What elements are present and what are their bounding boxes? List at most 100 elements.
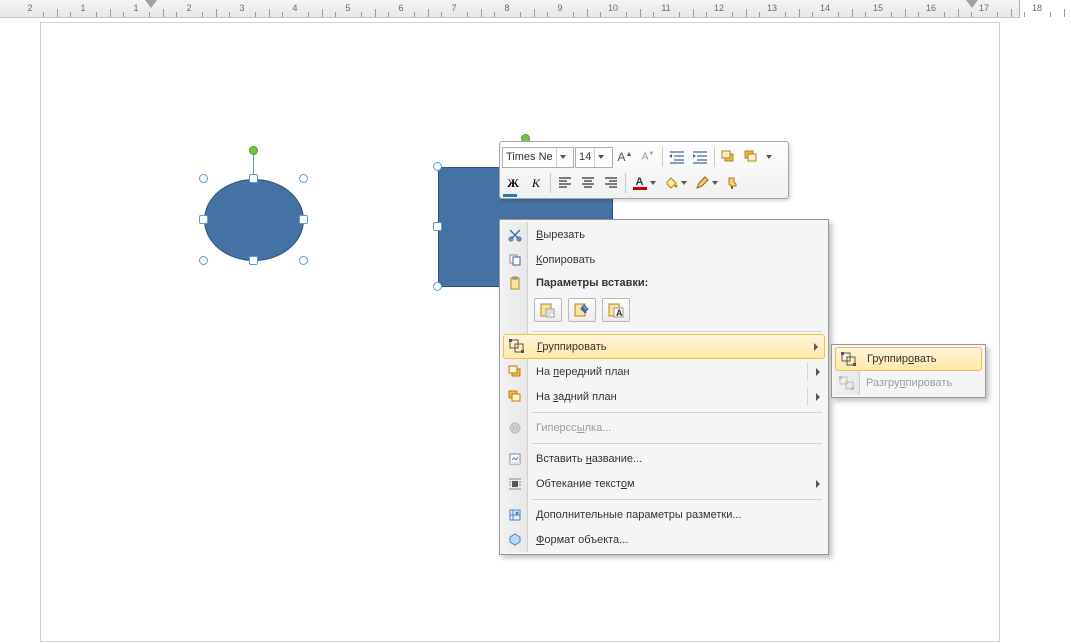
handle-s[interactable] xyxy=(249,256,258,265)
horizontal-ruler[interactable]: 21123456789101112131415161718 xyxy=(0,0,1020,18)
ruler-number: 16 xyxy=(926,3,936,13)
layout-icon xyxy=(507,507,523,523)
clipboard-source-icon xyxy=(539,302,557,318)
bring-forward-icon xyxy=(721,150,737,164)
ruler-number: 4 xyxy=(292,3,297,13)
submenu-item-ungroup: Разгруппировать xyxy=(834,371,983,395)
align-center-icon xyxy=(581,177,595,189)
ruler-number: 7 xyxy=(451,3,456,13)
right-indent-marker[interactable] xyxy=(966,0,978,8)
menu-item-label: Формат объекта... xyxy=(536,534,628,546)
handle-e[interactable] xyxy=(299,215,308,224)
ruler-number: 5 xyxy=(345,3,350,13)
font-name-value: Times Ne xyxy=(503,151,556,163)
shape-fill-button[interactable] xyxy=(660,172,690,194)
ruler-number: 13 xyxy=(767,3,777,13)
ruler-number: 18 xyxy=(1032,3,1042,13)
clipboard-icon xyxy=(507,275,523,291)
font-name-combo[interactable]: Times Ne xyxy=(502,147,574,168)
scissors-icon xyxy=(507,227,523,243)
chevron-down-icon[interactable] xyxy=(556,148,569,167)
menu-item-text-wrap[interactable]: Обтекание текстом xyxy=(502,471,826,496)
menu-item-hyperlink: Гиперссылка... xyxy=(502,415,826,440)
font-size-combo[interactable]: 14 xyxy=(575,147,613,168)
submenu-item-group[interactable]: Группировать xyxy=(835,347,982,371)
menu-item-label: Дополнительные параметры разметки... xyxy=(536,509,742,521)
paint-bucket-icon xyxy=(664,176,678,190)
ruler-number: 6 xyxy=(398,3,403,13)
increase-indent-button[interactable] xyxy=(689,146,711,168)
handle-sw[interactable] xyxy=(433,282,442,291)
bring-forward-button[interactable] xyxy=(718,146,740,168)
submenu-arrow-icon xyxy=(816,368,820,376)
ruler-number: 2 xyxy=(27,3,32,13)
left-indent-marker[interactable] xyxy=(145,0,157,8)
chevron-down-icon[interactable] xyxy=(594,148,607,167)
align-center-button[interactable] xyxy=(577,172,599,194)
shape-outline-button[interactable] xyxy=(691,172,721,194)
bring-front-icon xyxy=(507,364,523,380)
menu-item-label: Группировать xyxy=(867,353,937,365)
paste-option-picture[interactable] xyxy=(568,298,596,322)
send-backward-button[interactable] xyxy=(741,146,763,168)
font-color-button[interactable]: A xyxy=(629,172,659,194)
menu-paste-options-header: Параметры вставки: xyxy=(502,272,826,294)
align-right-icon xyxy=(604,177,618,189)
handle-ne[interactable] xyxy=(299,174,308,183)
menu-item-label: Гиперссылка... xyxy=(536,422,611,434)
menu-item-cut[interactable]: Вырезать xyxy=(502,222,826,247)
shape-oval-selected[interactable] xyxy=(204,179,304,261)
svg-text:A: A xyxy=(616,308,623,318)
italic-button[interactable]: К xyxy=(525,172,547,194)
ruler-number: 10 xyxy=(608,3,618,13)
handle-nw[interactable] xyxy=(433,162,442,171)
ruler-number: 1 xyxy=(133,3,138,13)
copy-icon xyxy=(507,252,523,268)
menu-item-label: Обтекание текстом xyxy=(536,478,635,490)
rotation-handle[interactable] xyxy=(249,146,258,155)
menu-item-copy[interactable]: Копировать xyxy=(502,247,826,272)
menu-item-label: Вырезать xyxy=(536,229,585,241)
text-wrap-icon xyxy=(507,476,523,492)
clipboard-text-icon: A xyxy=(607,302,625,318)
paste-option-text-only[interactable]: A xyxy=(602,298,630,322)
menu-item-send-back[interactable]: На задний план xyxy=(502,384,826,409)
align-right-button[interactable] xyxy=(600,172,622,194)
align-left-button[interactable] xyxy=(554,172,576,194)
bold-button[interactable]: Ж xyxy=(502,172,524,194)
decrease-indent-button[interactable] xyxy=(666,146,688,168)
handle-n[interactable] xyxy=(249,174,258,183)
format-object-icon xyxy=(507,532,523,548)
menu-item-bring-front[interactable]: На передний план xyxy=(502,359,826,384)
handle-nw[interactable] xyxy=(199,174,208,183)
paste-option-keep-source[interactable] xyxy=(534,298,562,322)
shrink-font-button[interactable]: A▼ xyxy=(637,146,659,168)
handle-se[interactable] xyxy=(299,256,308,265)
ruler-number: 2 xyxy=(186,3,191,13)
handle-w[interactable] xyxy=(199,215,208,224)
paintbrush-icon xyxy=(726,176,740,190)
caption-icon xyxy=(507,451,523,467)
menu-item-format-object[interactable]: Формат объекта... xyxy=(502,527,826,552)
align-left-icon xyxy=(558,177,572,189)
handle-w[interactable] xyxy=(433,222,442,231)
pencil-icon xyxy=(695,176,709,190)
menu-item-insert-caption[interactable]: Вставить название... xyxy=(502,446,826,471)
ruler-number: 15 xyxy=(873,3,883,13)
chevron-down-icon[interactable] xyxy=(764,155,774,159)
submenu-arrow-icon xyxy=(816,393,820,401)
menu-item-more-layout[interactable]: Дополнительные параметры разметки... xyxy=(502,502,826,527)
format-painter-button[interactable] xyxy=(722,172,744,194)
menu-item-group[interactable]: Группировать xyxy=(503,334,825,359)
handle-sw[interactable] xyxy=(199,256,208,265)
mini-toolbar: Times Ne 14 A▲ A▼ Ж К xyxy=(499,141,789,199)
group-icon xyxy=(509,339,525,355)
decrease-indent-icon xyxy=(669,150,685,164)
menu-item-label: Группировать xyxy=(537,341,607,353)
ungroup-icon xyxy=(839,375,855,391)
ruler-number: 1 xyxy=(80,3,85,13)
context-menu: Вырезать Копировать Параметры вставки: A… xyxy=(499,219,829,555)
grow-font-button[interactable]: A▲ xyxy=(614,146,636,168)
send-back-icon xyxy=(507,389,523,405)
ruler-number: 9 xyxy=(557,3,562,13)
